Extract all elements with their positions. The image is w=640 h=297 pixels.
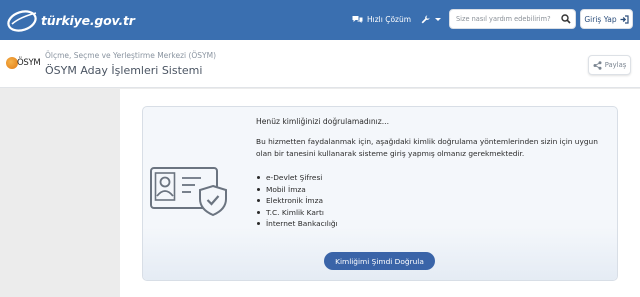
login-button[interactable]: Giriş Yap: [580, 9, 633, 29]
top-navigation-bar: türkiye.gov.tr Hızlı Çözüm Size nasıl ya…: [0, 0, 640, 40]
chevron-down-icon: [435, 17, 441, 21]
bullet-icon: [257, 176, 260, 180]
verification-description: Bu hizmetten faydalanmak için, aşağıdaki…: [256, 137, 598, 158]
list-item: Elektronik İmza: [256, 195, 338, 207]
method-label: İnternet Bankacılığı: [266, 219, 338, 228]
share-label: Paylaş: [604, 61, 627, 69]
list-item: Mobil İmza: [256, 184, 338, 196]
ellipse-logo-icon: [7, 10, 37, 32]
organization-name[interactable]: Ölçme, Seçme ve Yerleştirme Merkezi (ÖSY…: [45, 51, 216, 60]
not-verified-heading: Henüz kimliğinizi doğrulamadınız...: [256, 117, 390, 126]
bullet-icon: [257, 222, 260, 226]
search-input[interactable]: Size nasıl yardım edebilirim?: [449, 9, 576, 29]
osym-logo-text: ÖSYM: [17, 58, 41, 68]
sign-in-icon: [620, 14, 629, 24]
share-button[interactable]: Paylaş: [588, 55, 631, 75]
list-item: e-Devlet Şifresi: [256, 172, 338, 184]
search-placeholder: Size nasıl yardım edebilirim?: [456, 15, 551, 23]
turkiye-gov-logo[interactable]: türkiye.gov.tr: [6, 5, 135, 35]
method-label: Elektronik İmza: [266, 196, 323, 205]
logo-text: türkiye.gov.tr: [41, 12, 135, 28]
chat-bubbles-icon: [352, 15, 363, 23]
bullet-icon: [257, 210, 260, 214]
quick-solution-link[interactable]: Hızlı Çözüm: [352, 12, 411, 26]
osym-logo[interactable]: ÖSYM: [6, 54, 46, 74]
bullet-icon: [257, 199, 260, 203]
bullet-icon: [257, 187, 260, 191]
verify-identity-button[interactable]: Kimliğimi Şimdi Doğrula: [324, 252, 435, 270]
id-card-shield-icon: [150, 167, 227, 217]
list-item: İnternet Bankacılığı: [256, 218, 338, 230]
wrench-icon: [421, 15, 430, 23]
verify-button-label: Kimliğimi Şimdi Doğrula: [335, 256, 424, 266]
quick-solution-label: Hızlı Çözüm: [367, 14, 412, 24]
left-panel: [0, 89, 120, 297]
page-title: ÖSYM Aday İşlemleri Sistemi: [45, 64, 203, 77]
login-label: Giriş Yap: [584, 14, 617, 24]
page-header: ÖSYM Ölçme, Seçme ve Yerleştirme Merkezi…: [0, 40, 640, 88]
share-icon: [593, 60, 602, 70]
method-label: Mobil İmza: [266, 184, 306, 194]
verification-methods-list: e-Devlet Şifresi Mobil İmza Elektronik İ…: [256, 172, 338, 230]
method-label: T.C. Kimlik Kartı: [266, 207, 324, 217]
tools-menu-button[interactable]: [421, 12, 441, 26]
search-icon[interactable]: [561, 14, 571, 24]
method-label: e-Devlet Şifresi: [266, 173, 323, 182]
list-item: T.C. Kimlik Kartı: [256, 207, 338, 219]
